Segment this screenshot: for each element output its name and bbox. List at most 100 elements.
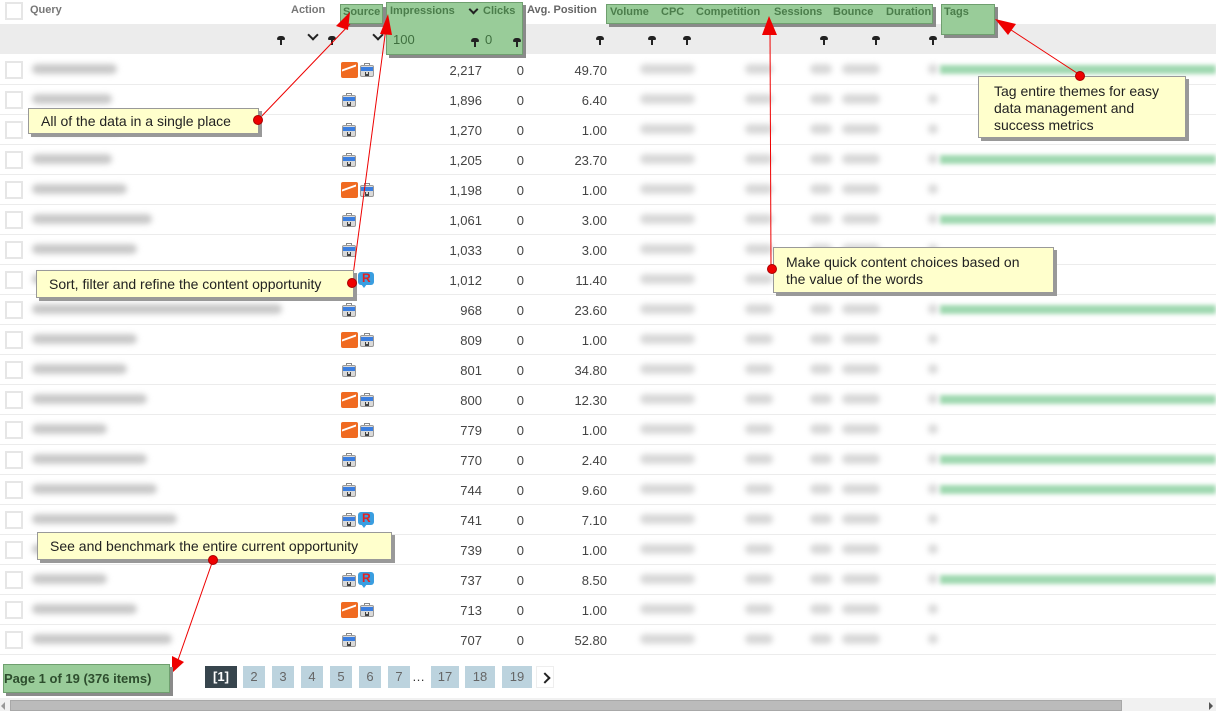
pager-page-button[interactable]: [1]: [205, 666, 237, 688]
query-text-redacted[interactable]: [32, 634, 172, 644]
horizontal-scrollbar[interactable]: [0, 698, 1216, 711]
row-checkbox[interactable]: [5, 451, 23, 469]
pager-page-button[interactable]: 18: [465, 666, 495, 688]
column-header-avg-position[interactable]: Avg. Position: [527, 4, 597, 16]
row-checkbox[interactable]: [5, 121, 23, 139]
query-text-redacted[interactable]: [32, 604, 137, 614]
row-checkbox[interactable]: [5, 541, 23, 559]
tag-list[interactable]: [940, 575, 1216, 584]
tag-list[interactable]: [940, 155, 1216, 164]
row-checkbox[interactable]: [5, 151, 23, 169]
query-text-redacted[interactable]: [32, 334, 137, 344]
select-all-checkbox[interactable]: [5, 2, 23, 20]
action-filter-icon[interactable]: [328, 36, 336, 45]
table-row[interactable]: 707 0 52.80: [0, 625, 1216, 655]
table-row[interactable]: 800 0 12.30: [0, 385, 1216, 415]
row-checkbox[interactable]: [5, 631, 23, 649]
column-header-impressions[interactable]: Impressions: [390, 5, 455, 17]
table-row[interactable]: 809 0 1.00: [0, 325, 1216, 355]
row-checkbox[interactable]: [5, 391, 23, 409]
query-text-redacted[interactable]: [32, 394, 147, 404]
table-row[interactable]: 968 0 23.60: [0, 295, 1216, 325]
column-header-source[interactable]: Source: [343, 6, 380, 18]
query-text-redacted[interactable]: [32, 454, 147, 464]
column-header-tags[interactable]: Tags: [944, 6, 969, 18]
row-checkbox[interactable]: [5, 91, 23, 109]
query-text-redacted[interactable]: [32, 214, 152, 224]
table-row[interactable]: 1,205 0 23.70: [0, 145, 1216, 175]
table-row[interactable]: 801 0 34.80: [0, 355, 1216, 385]
cpc-filter-icon[interactable]: [683, 36, 691, 45]
tag-list[interactable]: [940, 215, 1216, 224]
tag-list[interactable]: [940, 455, 1216, 464]
pager-page-button[interactable]: 5: [330, 666, 352, 688]
row-checkbox[interactable]: [5, 571, 23, 589]
impressions-sort-icon[interactable]: [468, 4, 479, 15]
action-dropdown-icon[interactable]: [307, 29, 319, 41]
sessions-filter-icon[interactable]: [820, 36, 828, 45]
tag-list[interactable]: [940, 485, 1216, 494]
query-text-redacted[interactable]: [32, 484, 157, 494]
query-text-redacted[interactable]: [32, 514, 177, 524]
query-text-redacted[interactable]: [32, 244, 137, 254]
column-header-query[interactable]: Query: [30, 4, 62, 16]
row-checkbox[interactable]: [5, 181, 23, 199]
scroll-right-icon[interactable]: [1209, 702, 1213, 710]
scroll-left-icon[interactable]: [1, 702, 5, 710]
duration-filter-icon[interactable]: [929, 36, 937, 45]
table-row[interactable]: 779 0 1.00: [0, 415, 1216, 445]
row-checkbox[interactable]: [5, 211, 23, 229]
pager-next-button[interactable]: [536, 666, 554, 688]
table-row[interactable]: 1,061 0 3.00: [0, 205, 1216, 235]
row-checkbox[interactable]: [5, 481, 23, 499]
row-checkbox[interactable]: [5, 331, 23, 349]
column-header-competition[interactable]: Competition: [696, 6, 760, 18]
volume-filter-icon[interactable]: [648, 36, 656, 45]
column-header-cpc[interactable]: CPC: [661, 6, 684, 18]
row-checkbox[interactable]: [5, 601, 23, 619]
scrollbar-thumb[interactable]: [10, 700, 1122, 711]
pager-page-button[interactable]: 19: [502, 666, 532, 688]
row-checkbox[interactable]: [5, 301, 23, 319]
table-row[interactable]: 713 0 1.00: [0, 595, 1216, 625]
query-text-redacted[interactable]: [32, 184, 127, 194]
column-header-clicks[interactable]: Clicks: [483, 5, 515, 17]
tag-list[interactable]: [940, 305, 1216, 314]
clicks-filter-input[interactable]: 0: [485, 32, 492, 47]
query-text-redacted[interactable]: [32, 64, 117, 74]
column-header-sessions[interactable]: Sessions: [774, 6, 822, 18]
query-text-redacted[interactable]: [32, 574, 107, 584]
row-checkbox[interactable]: [5, 421, 23, 439]
tag-list[interactable]: [940, 395, 1216, 404]
query-text-redacted[interactable]: [32, 424, 107, 434]
table-row[interactable]: 744 0 9.60: [0, 475, 1216, 505]
query-text-redacted[interactable]: [32, 304, 282, 314]
query-text-redacted[interactable]: [32, 154, 112, 164]
column-header-duration[interactable]: Duration: [886, 6, 931, 18]
row-checkbox[interactable]: [5, 361, 23, 379]
query-text-redacted[interactable]: [32, 94, 112, 104]
column-header-action[interactable]: Action: [291, 4, 325, 16]
pager-page-button[interactable]: 3: [272, 666, 294, 688]
pager-page-button[interactable]: 4: [301, 666, 323, 688]
pager-page-button[interactable]: 7: [388, 666, 410, 688]
avg-position-filter-icon[interactable]: [596, 36, 604, 45]
row-checkbox[interactable]: [5, 61, 23, 79]
impressions-filter-input[interactable]: 100: [393, 32, 415, 47]
row-checkbox[interactable]: [5, 271, 23, 289]
pager-page-button[interactable]: 2: [243, 666, 265, 688]
query-text-redacted[interactable]: [32, 364, 127, 374]
query-filter-icon[interactable]: [277, 36, 285, 45]
table-row[interactable]: 770 0 2.40: [0, 445, 1216, 475]
bounce-filter-icon[interactable]: [872, 36, 880, 45]
table-row[interactable]: 1,198 0 1.00: [0, 175, 1216, 205]
source-dropdown-icon[interactable]: [372, 29, 384, 41]
column-header-volume[interactable]: Volume: [610, 6, 649, 18]
row-checkbox[interactable]: [5, 511, 23, 529]
table-row[interactable]: R 737 0 8.50: [0, 565, 1216, 595]
pager-page-button[interactable]: 6: [359, 666, 381, 688]
column-header-bounce[interactable]: Bounce: [833, 6, 873, 18]
table-row[interactable]: R 741 0 7.10: [0, 505, 1216, 535]
clicks-filter-icon[interactable]: [513, 38, 521, 47]
row-checkbox[interactable]: [5, 241, 23, 259]
